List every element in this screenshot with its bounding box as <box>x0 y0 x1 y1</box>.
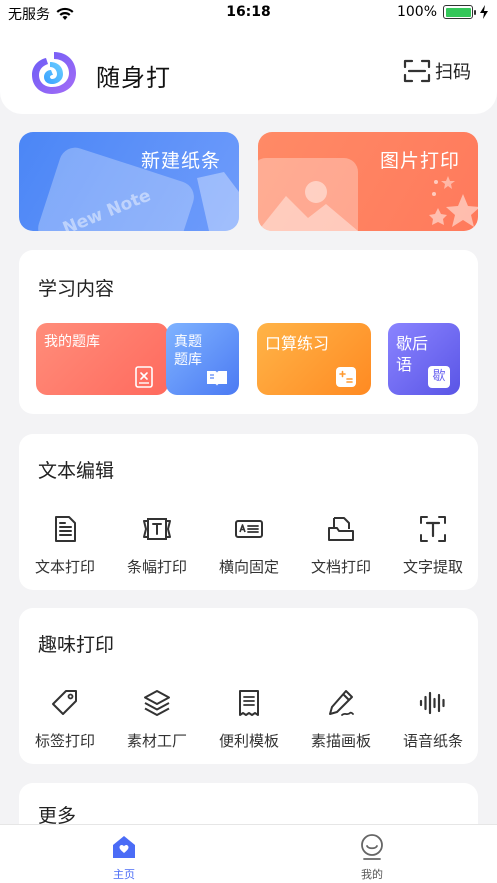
app-title: 随身打 <box>96 64 171 92</box>
label-print-tool[interactable]: 标签打印 <box>19 684 111 751</box>
text-extract-tool[interactable]: 文字提取 <box>387 510 479 577</box>
home-icon <box>113 836 135 858</box>
tab-bar: 主页 我的 <box>0 824 497 883</box>
battery-fill <box>445 7 471 17</box>
fun-tools-row: 标签打印 素材工厂 便利模板 素描画板 语音纸条 <box>19 684 478 754</box>
document-icon <box>55 516 76 542</box>
text-tools-row: 文本打印 条幅打印 横向固定 文档打印 文字提取 <box>19 510 478 580</box>
status-right: 100% <box>397 4 489 20</box>
folder-doc-icon <box>328 517 354 541</box>
charging-icon <box>480 5 488 19</box>
study-content-title: 学习内容 <box>38 278 115 300</box>
xie-char-icon: 歇 <box>428 366 450 388</box>
tool-label: 横向固定 <box>218 558 279 576</box>
scan-icon <box>403 59 431 83</box>
battery-icon <box>443 5 476 19</box>
xiehouyu-tile[interactable]: 歇后 语 歇 <box>388 323 460 395</box>
convenience-template-tool[interactable]: 便利模板 <box>203 684 295 751</box>
tool-label: 标签打印 <box>34 732 95 750</box>
tool-label: 素材工厂 <box>126 732 187 750</box>
study-content-card: 学习内容 我的题库 真题 题库 口算练习 歇后 语 歇 <box>19 250 478 414</box>
text-print-tool[interactable]: 文本打印 <box>19 510 111 577</box>
image-print-label: 图片打印 <box>379 150 460 172</box>
profile-icon <box>361 834 383 860</box>
new-note-label: 新建纸条 <box>140 150 221 172</box>
tab-home[interactable]: 主页 <box>74 833 174 882</box>
new-note-banner[interactable]: New Note 新建纸条 <box>19 132 239 231</box>
tile-label: 真题 题库 <box>174 334 202 368</box>
sketch-board-tool[interactable]: 素描画板 <box>295 684 387 751</box>
scan-label: 扫码 <box>435 62 471 83</box>
open-book-icon <box>207 371 227 386</box>
mental-arithmetic-tile[interactable]: 口算练习 <box>257 323 371 395</box>
tab-home-label: 主页 <box>113 868 135 881</box>
voice-note-tool[interactable]: 语音纸条 <box>387 684 479 751</box>
landscape-card-icon <box>235 520 263 538</box>
banner-icon <box>143 518 171 540</box>
pencil-icon <box>329 690 354 716</box>
receipt-icon <box>239 690 259 716</box>
text-extract-icon <box>420 516 446 542</box>
text-editing-card: 文本编辑 文本打印 条幅打印 横向固定 文档打印 文字提取 <box>19 434 478 590</box>
tool-label: 语音纸条 <box>402 732 463 750</box>
battery-percent: 100% <box>396 4 437 20</box>
my-question-bank-tile[interactable]: 我的题库 <box>36 323 168 395</box>
tile-label: 口算练习 <box>265 334 330 353</box>
tool-label: 条幅打印 <box>126 558 187 576</box>
calculator-icon <box>336 367 356 387</box>
tool-label: 文档打印 <box>310 558 371 576</box>
image-print-banner[interactable]: 图片打印 <box>258 132 478 231</box>
status-bar: 无服务 16:18 100% <box>0 0 497 26</box>
tool-label: 便利模板 <box>218 732 279 750</box>
voice-wave-icon <box>419 691 445 715</box>
document-print-tool[interactable]: 文档打印 <box>295 510 387 577</box>
material-factory-tool[interactable]: 素材工厂 <box>111 684 203 751</box>
app-logo <box>32 52 76 94</box>
text-editing-title: 文本编辑 <box>38 460 115 482</box>
tag-icon <box>52 690 77 715</box>
layers-icon <box>144 690 170 716</box>
landscape-fixed-tool[interactable]: 横向固定 <box>203 510 295 577</box>
scan-button[interactable]: 扫码 <box>403 58 471 84</box>
tile-label: 歇后 语 <box>396 334 429 374</box>
tab-mine-label: 我的 <box>361 868 383 881</box>
fun-printing-card: 趣味打印 标签打印 素材工厂 便利模板 素描画板 语音纸条 <box>19 608 478 764</box>
tool-label: 素描画板 <box>310 732 371 750</box>
tool-label: 文字提取 <box>402 558 463 576</box>
book-x-icon <box>135 366 153 388</box>
exam-question-bank-tile[interactable]: 真题 题库 <box>166 323 239 395</box>
banner-print-tool[interactable]: 条幅打印 <box>111 510 203 577</box>
tool-label: 文本打印 <box>34 558 95 576</box>
fun-printing-title: 趣味打印 <box>38 634 115 656</box>
tab-mine[interactable]: 我的 <box>322 833 422 882</box>
app-header: 随身打 扫码 <box>0 26 497 114</box>
tile-label: 我的题库 <box>44 334 100 350</box>
